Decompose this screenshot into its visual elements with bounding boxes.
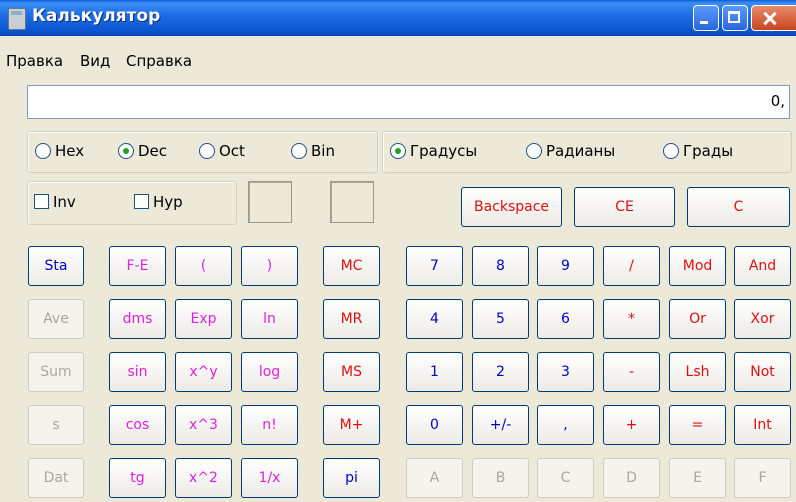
and-button[interactable]: And bbox=[734, 246, 791, 286]
digit-5-button[interactable]: 5 bbox=[472, 299, 529, 339]
stat-button-sta[interactable]: Sta bbox=[28, 246, 84, 286]
hex-f-button[interactable]: F bbox=[734, 458, 791, 498]
digit-0-button[interactable]: 0 bbox=[406, 405, 463, 445]
sci-button-x-pow-y[interactable]: x^y bbox=[175, 352, 232, 392]
clear-entry-button[interactable]: CE bbox=[574, 187, 675, 227]
sci-button-close-paren[interactable]: ) bbox=[241, 246, 298, 286]
sci-button-dms[interactable]: dms bbox=[109, 299, 166, 339]
backspace-button[interactable]: Backspace bbox=[461, 187, 562, 227]
maximize-button[interactable] bbox=[722, 5, 748, 31]
radio-selected-icon bbox=[390, 143, 406, 159]
sci-button-open-paren[interactable]: ( bbox=[175, 246, 232, 286]
sci-button-exp[interactable]: Exp bbox=[175, 299, 232, 339]
memory-clear-button[interactable]: MC bbox=[323, 246, 380, 286]
hex-c-button[interactable]: C bbox=[537, 458, 594, 498]
radio-selected-icon bbox=[118, 143, 134, 159]
sci-button-sin[interactable]: sin bbox=[109, 352, 166, 392]
minimize-button[interactable] bbox=[693, 5, 719, 31]
sci-button-reciprocal[interactable]: 1/x bbox=[241, 458, 298, 498]
sci-button-log[interactable]: log bbox=[241, 352, 298, 392]
menu-help[interactable]: Справка bbox=[126, 52, 192, 70]
memory-store-button[interactable]: MS bbox=[323, 352, 380, 392]
memory-indicator bbox=[330, 181, 374, 223]
digit-6-button[interactable]: 6 bbox=[537, 299, 594, 339]
radio-circle-icon bbox=[526, 143, 542, 159]
sci-button-tg[interactable]: tg bbox=[109, 458, 166, 498]
sci-button-x-cube[interactable]: x^3 bbox=[175, 405, 232, 445]
window-title: Калькулятор bbox=[32, 6, 161, 26]
checkbox-icon bbox=[34, 194, 49, 209]
result-display: 0, bbox=[27, 85, 790, 119]
memory-recall-button[interactable]: MR bbox=[323, 299, 380, 339]
radio-circle-icon bbox=[35, 143, 51, 159]
clear-button[interactable]: C bbox=[687, 187, 790, 227]
radio-circle-icon bbox=[663, 143, 679, 159]
memory-add-button[interactable]: M+ bbox=[323, 405, 380, 445]
lsh-button[interactable]: Lsh bbox=[669, 352, 726, 392]
stat-button-ave[interactable]: Ave bbox=[28, 299, 84, 339]
subtract-button[interactable]: - bbox=[603, 352, 660, 392]
digit-9-button[interactable]: 9 bbox=[537, 246, 594, 286]
sci-button-cos[interactable]: cos bbox=[109, 405, 166, 445]
equals-button[interactable]: = bbox=[669, 405, 726, 445]
pi-button[interactable]: pi bbox=[323, 458, 380, 498]
not-button[interactable]: Not bbox=[734, 352, 791, 392]
radio-circle-icon bbox=[291, 143, 307, 159]
hex-d-button[interactable]: D bbox=[603, 458, 660, 498]
digit-3-button[interactable]: 3 bbox=[537, 352, 594, 392]
close-button[interactable] bbox=[751, 5, 796, 31]
stat-button-sum[interactable]: Sum bbox=[28, 352, 84, 392]
stat-button-dat[interactable]: Dat bbox=[28, 458, 84, 498]
int-button[interactable]: Int bbox=[734, 405, 791, 445]
parenthesis-indicator bbox=[248, 181, 292, 223]
digit-2-button[interactable]: 2 bbox=[472, 352, 529, 392]
decimal-button[interactable]: , bbox=[537, 405, 594, 445]
sci-button-x-square[interactable]: x^2 bbox=[175, 458, 232, 498]
sci-button-ln[interactable]: ln bbox=[241, 299, 298, 339]
mod-button[interactable]: Mod bbox=[669, 246, 726, 286]
display-value: 0, bbox=[770, 92, 785, 110]
or-button[interactable]: Or bbox=[669, 299, 726, 339]
xor-button[interactable]: Xor bbox=[734, 299, 791, 339]
hex-e-button[interactable]: E bbox=[669, 458, 726, 498]
hex-b-button[interactable]: B bbox=[472, 458, 529, 498]
title-bar[interactable]: Калькулятор bbox=[0, 0, 796, 36]
stat-button-s[interactable]: s bbox=[28, 405, 84, 445]
digit-8-button[interactable]: 8 bbox=[472, 246, 529, 286]
calculator-icon bbox=[8, 8, 26, 30]
digit-4-button[interactable]: 4 bbox=[406, 299, 463, 339]
multiply-button[interactable]: * bbox=[603, 299, 660, 339]
digit-1-button[interactable]: 1 bbox=[406, 352, 463, 392]
menu-edit[interactable]: Правка bbox=[6, 52, 63, 70]
negate-button[interactable]: +/- bbox=[472, 405, 529, 445]
radio-circle-icon bbox=[199, 143, 215, 159]
digit-7-button[interactable]: 7 bbox=[406, 246, 463, 286]
sci-button-fe[interactable]: F-E bbox=[109, 246, 166, 286]
hex-a-button[interactable]: A bbox=[406, 458, 463, 498]
divide-button[interactable]: / bbox=[603, 246, 660, 286]
sci-button-factorial[interactable]: n! bbox=[241, 405, 298, 445]
add-button[interactable]: + bbox=[603, 405, 660, 445]
checkbox-icon bbox=[134, 194, 149, 209]
menu-view[interactable]: Вид bbox=[80, 52, 110, 70]
